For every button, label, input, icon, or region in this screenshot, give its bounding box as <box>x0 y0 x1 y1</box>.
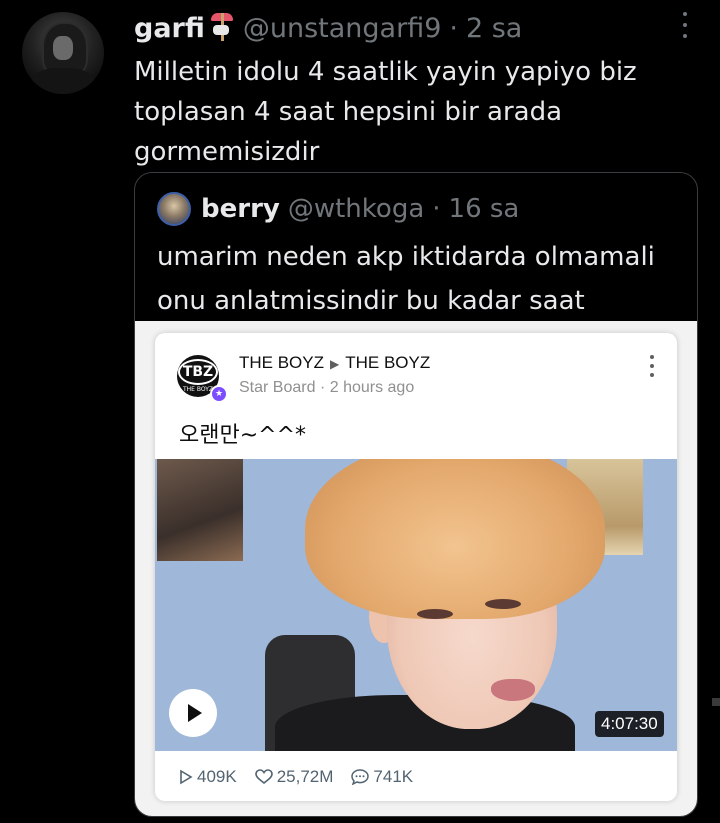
post-stats: 409K 25,72M 741K <box>179 767 431 787</box>
heart-icon <box>254 769 273 785</box>
avatar-face <box>53 36 73 60</box>
channel-line: THE BOYZ ▶ THE BOYZ <box>239 353 430 373</box>
quoted-tweet-time[interactable]: 16 sa <box>449 194 520 224</box>
hair <box>305 459 605 619</box>
comment-icon <box>351 769 370 785</box>
channel-name: THE BOYZ <box>239 353 325 372</box>
quoted-user-avatar[interactable] <box>157 192 191 226</box>
carousel-horse-icon <box>207 13 237 43</box>
arrow-right-icon: ▶ <box>330 357 340 371</box>
post-more-icon <box>649 355 655 377</box>
user-avatar[interactable] <box>22 12 104 94</box>
quoted-display-name[interactable]: berry <box>201 194 280 224</box>
posted-time: 2 hours ago <box>329 379 415 396</box>
board-name: Star Board <box>239 379 316 396</box>
display-name[interactable]: garfi <box>134 13 205 44</box>
tweet-header: garfi @unstangarfi9 · 2 sa <box>134 8 522 48</box>
channel-logo-text: TBZ <box>177 359 219 385</box>
views-count: 409K <box>197 767 237 786</box>
tweet-text: Milletin idolu 4 saatlik yayin yapiyo bi… <box>134 57 637 167</box>
left-eye <box>417 609 453 619</box>
video-thumbnail: 4:07:30 <box>155 459 677 751</box>
wall-poster-left <box>157 459 243 561</box>
tweet-time[interactable]: 2 sa <box>466 13 522 44</box>
post-text: 오랜만~^^* <box>179 423 307 448</box>
quoted-tweet-header: berry @wthkoga · 16 sa <box>157 191 519 227</box>
comments-stat: 741K <box>351 767 413 787</box>
quoted-separator-dot: · <box>432 194 441 224</box>
post-meta: Star Board · 2 hours ago <box>239 379 414 397</box>
avatar-body <box>30 68 96 94</box>
quoted-tweet[interactable]: berry @wthkoga · 16 sa umarim neden akp … <box>134 172 698 817</box>
star-badge-icon: ★ <box>210 385 228 403</box>
mouth <box>491 679 535 701</box>
channel-target: THE BOYZ <box>345 353 431 372</box>
user-handle[interactable]: @unstangarfi9 <box>243 13 442 44</box>
separator-dot: · <box>449 12 458 44</box>
youtube-community-post: TBZ THE BOYZ ★ THE BOYZ ▶ THE BOYZ Star Bo… <box>155 333 677 801</box>
comments-count: 741K <box>373 767 414 786</box>
channel-logo-sub: THE BOYZ <box>182 386 214 393</box>
views-stat: 409K <box>179 767 237 787</box>
video-duration: 4:07:30 <box>595 711 664 737</box>
play-icon <box>169 689 217 737</box>
likes-count: 25,72M <box>276 767 334 786</box>
likes-stat: 25,72M <box>254 767 334 787</box>
meta-dot: · <box>319 379 326 396</box>
quoted-tweet-text: umarim neden akp iktidarda olmamali onu … <box>157 242 655 316</box>
right-eye <box>485 599 521 609</box>
quoted-user-handle[interactable]: @wthkoga <box>288 194 424 224</box>
more-options-icon[interactable] <box>675 12 695 38</box>
quoted-media-image[interactable]: TBZ THE BOYZ ★ THE BOYZ ▶ THE BOYZ Star Bo… <box>135 321 697 816</box>
play-outline-icon <box>180 769 193 785</box>
scroll-edge-marker <box>712 698 720 706</box>
